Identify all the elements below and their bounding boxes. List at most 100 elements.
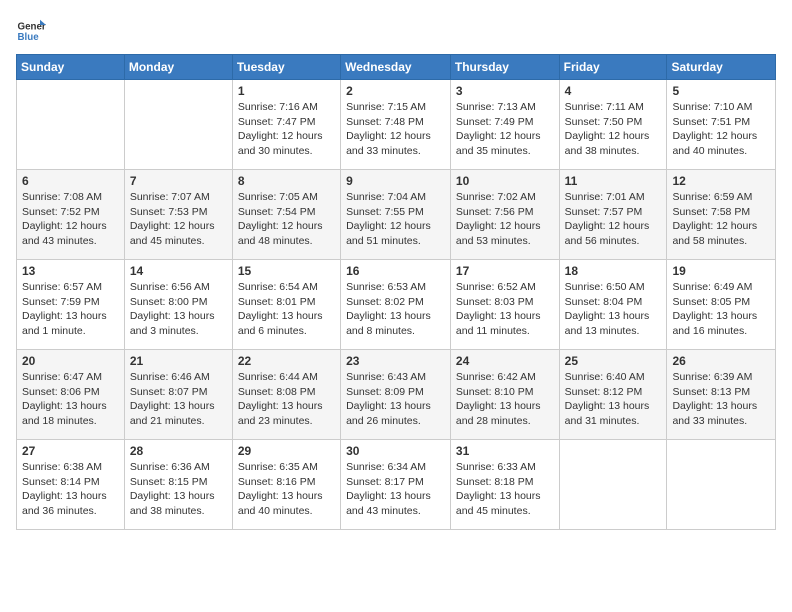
day-of-week-header: Saturday (667, 55, 776, 80)
calendar-cell: 6Sunrise: 7:08 AMSunset: 7:52 PMDaylight… (17, 170, 125, 260)
calendar-cell: 5Sunrise: 7:10 AMSunset: 7:51 PMDaylight… (667, 80, 776, 170)
day-number: 3 (456, 84, 554, 98)
day-number: 9 (346, 174, 445, 188)
day-number: 2 (346, 84, 445, 98)
calendar-cell: 21 Sunrise: 6:46 AMSunset: 8:07 PMDayligh… (124, 350, 232, 440)
calendar-cell: 1 Sunrise: 7:16 AMSunset: 7:47 PMDaylight… (232, 80, 340, 170)
day-info: Sunrise: 6:38 AMSunset: 8:14 PMDaylight:… (22, 460, 119, 519)
day-number: 31 (456, 444, 554, 458)
calendar-cell: 15Sunrise: 6:54 AMSunset: 8:01 PMDayligh… (232, 260, 340, 350)
day-of-week-header: Monday (124, 55, 232, 80)
day-info: Sunrise: 7:02 AMSunset: 7:56 PMDaylight:… (456, 190, 554, 249)
day-info: Sunrise: 6:43 AMSunset: 8:09 PMDaylight:… (346, 370, 445, 429)
calendar-cell (559, 440, 667, 530)
day-info: Sunrise: 6:40 AMSunset: 8:12 PMDaylight:… (565, 370, 662, 429)
calendar-cell: 8 Sunrise: 7:05 AMSunset: 7:54 PMDaylight… (232, 170, 340, 260)
day-info: Sunrise: 6:36 AMSunset: 8:15 PMDaylight:… (130, 460, 227, 519)
logo: General Blue (16, 16, 46, 46)
svg-text:Blue: Blue (18, 32, 40, 43)
logo-icon: General Blue (16, 16, 46, 46)
calendar-cell: 29 Sunrise: 6:35 AMSunset: 8:16 PMDayligh… (232, 440, 340, 530)
day-number: 12 (672, 174, 770, 188)
day-info: Sunrise: 6:50 AMSunset: 8:04 PMDaylight:… (565, 280, 662, 339)
day-number: 29 (238, 444, 335, 458)
calendar-cell: 26Sunrise: 6:39 AMSunset: 8:13 PMDayligh… (667, 350, 776, 440)
day-info: Sunrise: 6:59 AMSunset: 7:58 PMDaylight:… (672, 190, 770, 249)
calendar-cell: 23 Sunrise: 6:43 AMSunset: 8:09 PMDayligh… (341, 350, 451, 440)
day-info: Sunrise: 6:53 AMSunset: 8:02 PMDaylight:… (346, 280, 445, 339)
calendar-cell: 19 Sunrise: 6:49 AMSunset: 8:05 PMDayligh… (667, 260, 776, 350)
calendar-cell: 10 Sunrise: 7:02 AMSunset: 7:56 PMDayligh… (450, 170, 559, 260)
calendar-cell: 3 Sunrise: 7:13 AMSunset: 7:49 PMDaylight… (450, 80, 559, 170)
calendar-cell: 7 Sunrise: 7:07 AMSunset: 7:53 PMDaylight… (124, 170, 232, 260)
day-info: Sunrise: 7:07 AMSunset: 7:53 PMDaylight:… (130, 190, 227, 249)
calendar-cell: 13 Sunrise: 6:57 AMSunset: 7:59 PMDayligh… (17, 260, 125, 350)
day-info: Sunrise: 6:35 AMSunset: 8:16 PMDaylight:… (238, 460, 335, 519)
day-info: Sunrise: 6:49 AMSunset: 8:05 PMDaylight:… (672, 280, 770, 339)
calendar-cell: 2Sunrise: 7:15 AMSunset: 7:48 PMDaylight… (341, 80, 451, 170)
day-number: 6 (22, 174, 119, 188)
page-header: General Blue (16, 16, 776, 46)
day-number: 19 (672, 264, 770, 278)
day-number: 18 (565, 264, 662, 278)
day-number: 21 (130, 354, 227, 368)
day-info: Sunrise: 7:10 AMSunset: 7:51 PMDaylight:… (672, 100, 770, 159)
calendar-cell: 4 Sunrise: 7:11 AMSunset: 7:50 PMDaylight… (559, 80, 667, 170)
calendar-week-row: 27 Sunrise: 6:38 AMSunset: 8:14 PMDayligh… (17, 440, 776, 530)
day-number: 8 (238, 174, 335, 188)
calendar-cell: 16 Sunrise: 6:53 AMSunset: 8:02 PMDayligh… (341, 260, 451, 350)
day-number: 11 (565, 174, 662, 188)
day-number: 13 (22, 264, 119, 278)
day-info: Sunrise: 7:13 AMSunset: 7:49 PMDaylight:… (456, 100, 554, 159)
day-number: 23 (346, 354, 445, 368)
day-number: 25 (565, 354, 662, 368)
day-number: 28 (130, 444, 227, 458)
calendar-table: SundayMondayTuesdayWednesdayThursdayFrid… (16, 54, 776, 530)
calendar-cell (124, 80, 232, 170)
day-info: Sunrise: 6:57 AMSunset: 7:59 PMDaylight:… (22, 280, 119, 339)
day-of-week-header: Wednesday (341, 55, 451, 80)
day-number: 20 (22, 354, 119, 368)
day-of-week-header: Thursday (450, 55, 559, 80)
day-info: Sunrise: 6:39 AMSunset: 8:13 PMDaylight:… (672, 370, 770, 429)
calendar-week-row: 20 Sunrise: 6:47 AMSunset: 8:06 PMDayligh… (17, 350, 776, 440)
day-info: Sunrise: 6:47 AMSunset: 8:06 PMDaylight:… (22, 370, 119, 429)
day-of-week-header: Sunday (17, 55, 125, 80)
day-number: 7 (130, 174, 227, 188)
calendar-cell: 11 Sunrise: 7:01 AMSunset: 7:57 PMDayligh… (559, 170, 667, 260)
day-number: 22 (238, 354, 335, 368)
day-number: 27 (22, 444, 119, 458)
day-info: Sunrise: 6:33 AMSunset: 8:18 PMDaylight:… (456, 460, 554, 519)
day-number: 30 (346, 444, 445, 458)
calendar-cell (667, 440, 776, 530)
day-info: Sunrise: 7:05 AMSunset: 7:54 PMDaylight:… (238, 190, 335, 249)
day-of-week-header: Tuesday (232, 55, 340, 80)
calendar-cell: 20 Sunrise: 6:47 AMSunset: 8:06 PMDayligh… (17, 350, 125, 440)
day-info: Sunrise: 6:54 AMSunset: 8:01 PMDaylight:… (238, 280, 335, 339)
calendar-cell: 24 Sunrise: 6:42 AMSunset: 8:10 PMDayligh… (450, 350, 559, 440)
calendar-cell: 31 Sunrise: 6:33 AMSunset: 8:18 PMDayligh… (450, 440, 559, 530)
day-info: Sunrise: 7:01 AMSunset: 7:57 PMDaylight:… (565, 190, 662, 249)
calendar-header-row: SundayMondayTuesdayWednesdayThursdayFrid… (17, 55, 776, 80)
day-of-week-header: Friday (559, 55, 667, 80)
day-info: Sunrise: 6:42 AMSunset: 8:10 PMDaylight:… (456, 370, 554, 429)
calendar-cell: 18 Sunrise: 6:50 AMSunset: 8:04 PMDayligh… (559, 260, 667, 350)
day-number: 10 (456, 174, 554, 188)
day-info: Sunrise: 7:16 AMSunset: 7:47 PMDaylight:… (238, 100, 335, 159)
day-info: Sunrise: 7:11 AMSunset: 7:50 PMDaylight:… (565, 100, 662, 159)
day-info: Sunrise: 6:46 AMSunset: 8:07 PMDaylight:… (130, 370, 227, 429)
day-info: Sunrise: 6:44 AMSunset: 8:08 PMDaylight:… (238, 370, 335, 429)
day-info: Sunrise: 7:04 AMSunset: 7:55 PMDaylight:… (346, 190, 445, 249)
day-number: 14 (130, 264, 227, 278)
calendar-cell (17, 80, 125, 170)
day-number: 16 (346, 264, 445, 278)
day-number: 1 (238, 84, 335, 98)
calendar-cell: 28 Sunrise: 6:36 AMSunset: 8:15 PMDayligh… (124, 440, 232, 530)
calendar-cell: 30Sunrise: 6:34 AMSunset: 8:17 PMDayligh… (341, 440, 451, 530)
calendar-week-row: 1 Sunrise: 7:16 AMSunset: 7:47 PMDaylight… (17, 80, 776, 170)
day-number: 4 (565, 84, 662, 98)
calendar-cell: 22 Sunrise: 6:44 AMSunset: 8:08 PMDayligh… (232, 350, 340, 440)
calendar-cell: 17Sunrise: 6:52 AMSunset: 8:03 PMDayligh… (450, 260, 559, 350)
day-number: 24 (456, 354, 554, 368)
calendar-cell: 14Sunrise: 6:56 AMSunset: 8:00 PMDayligh… (124, 260, 232, 350)
